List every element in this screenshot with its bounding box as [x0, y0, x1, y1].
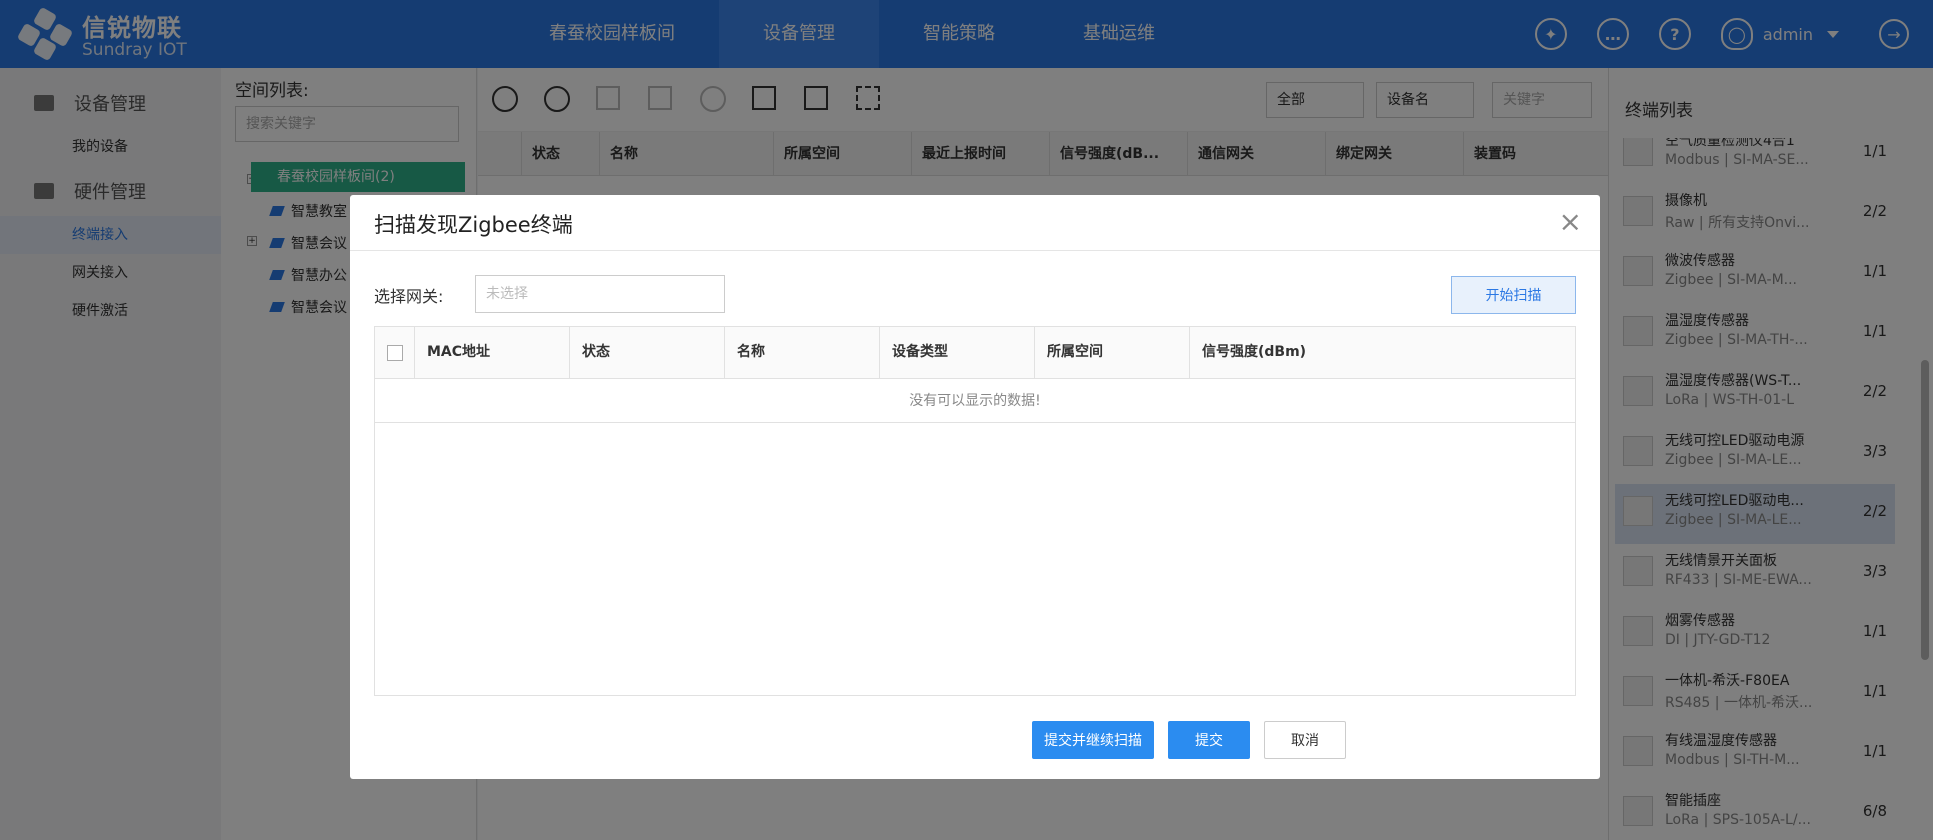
column-header: 状态 [570, 327, 725, 378]
select-all-checkbox[interactable] [375, 327, 415, 378]
start-scan-button[interactable]: 开始扫描 [1451, 276, 1576, 314]
gateway-select-input[interactable] [475, 275, 725, 313]
cancel-button[interactable]: 取消 [1264, 721, 1346, 759]
divider [350, 250, 1600, 251]
gateway-label: 选择网关: [374, 287, 444, 306]
column-header: 信号强度(dBm) [1202, 344, 1307, 360]
column-header: 名称 [725, 327, 880, 378]
scan-results-table: MAC地址 状态 名称 设备类型 所属空间 信号强度(dBm) 没有可以显示的数… [374, 326, 1576, 696]
checkbox-icon [386, 344, 403, 361]
submit-continue-button[interactable]: 提交并继续扫描 [1032, 721, 1154, 759]
column-header: 所属空间 [1035, 327, 1190, 378]
column-header: MAC地址 [415, 327, 570, 378]
submit-button[interactable]: 提交 [1168, 721, 1250, 759]
empty-state-text: 没有可以显示的数据! [375, 379, 1575, 423]
scan-zigbee-dialog: 扫描发现Zigbee终端 × 选择网关: 开始扫描 MAC地址 状态 名称 设备… [350, 195, 1600, 779]
close-icon[interactable]: × [1559, 207, 1582, 237]
table-header: MAC地址 状态 名称 设备类型 所属空间 信号强度(dBm) [375, 327, 1575, 379]
column-header: 设备类型 [880, 327, 1035, 378]
dialog-title: 扫描发现Zigbee终端 [374, 213, 573, 237]
